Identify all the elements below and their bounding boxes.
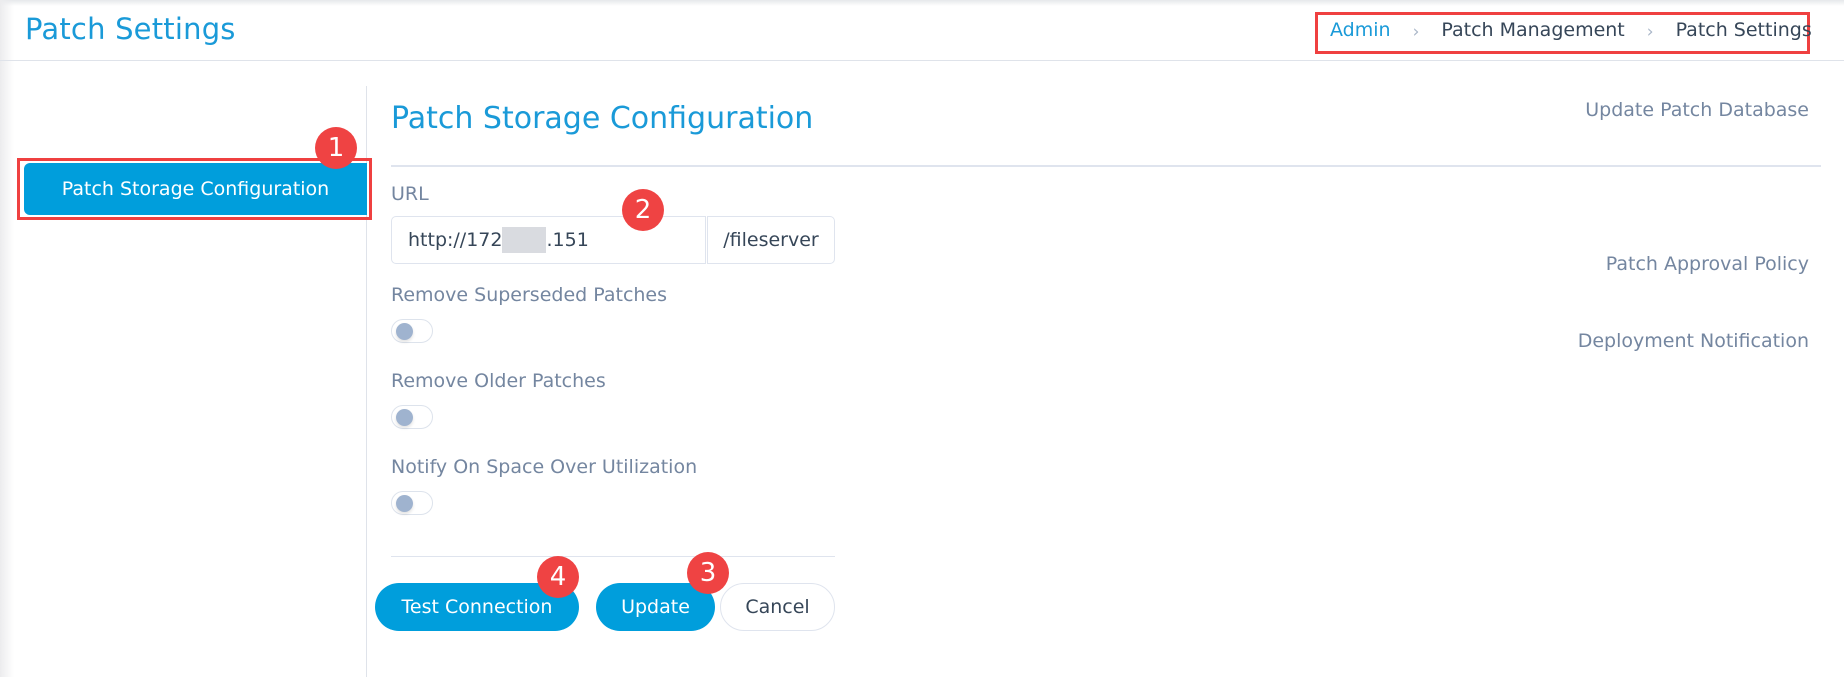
breadcrumb-patch-settings: Patch Settings <box>1675 19 1812 41</box>
breadcrumb-patch-management[interactable]: Patch Management <box>1441 19 1624 41</box>
cancel-button[interactable]: Cancel <box>720 583 835 631</box>
breadcrumb: Admin › Patch Management › Patch Setting… <box>1330 19 1812 42</box>
sidebar-item-label: Patch Storage Configuration <box>61 178 330 200</box>
chevron-right-icon: › <box>1646 22 1654 42</box>
redacted-block <box>502 227 547 253</box>
sidebar-item-deployment-notification[interactable]: Deployment Notification <box>1578 330 1809 352</box>
url-path-suffix: /fileserver <box>707 216 835 264</box>
sidebar-item-update-patch-database[interactable]: Update Patch Database <box>1585 99 1809 121</box>
toggle-knob <box>396 323 413 340</box>
sidebar-item-patch-storage-configuration[interactable]: Patch Storage Configuration <box>24 163 367 215</box>
remove-superseded-toggle[interactable] <box>391 319 433 343</box>
toggle-knob <box>396 409 413 426</box>
url-value-prefix: http://172 <box>408 229 503 251</box>
section-title: Patch Storage Configuration <box>391 101 814 136</box>
annotation-badge-4: 4 <box>537 556 579 598</box>
remove-superseded-label: Remove Superseded Patches <box>391 284 668 306</box>
page-header: Patch Settings Admin › Patch Management … <box>0 0 1844 61</box>
toggle-knob <box>396 495 413 512</box>
divider <box>391 165 1821 167</box>
notify-space-toggle[interactable] <box>391 491 433 515</box>
breadcrumb-admin[interactable]: Admin <box>1330 19 1391 41</box>
url-value-suffix: .151 <box>546 229 589 251</box>
chevron-right-icon: › <box>1412 22 1420 42</box>
annotation-badge-2: 2 <box>622 189 664 231</box>
remove-older-toggle[interactable] <box>391 405 433 429</box>
annotation-badge-1: 1 <box>315 127 357 169</box>
remove-older-label: Remove Older Patches <box>391 370 606 392</box>
notify-space-label: Notify On Space Over Utilization <box>391 456 698 478</box>
annotation-badge-3: 3 <box>687 552 729 594</box>
divider <box>391 556 835 557</box>
page-title: Patch Settings <box>25 12 236 46</box>
url-label: URL <box>391 183 429 205</box>
sidebar-item-patch-approval-policy[interactable]: Patch Approval Policy <box>1606 253 1809 275</box>
